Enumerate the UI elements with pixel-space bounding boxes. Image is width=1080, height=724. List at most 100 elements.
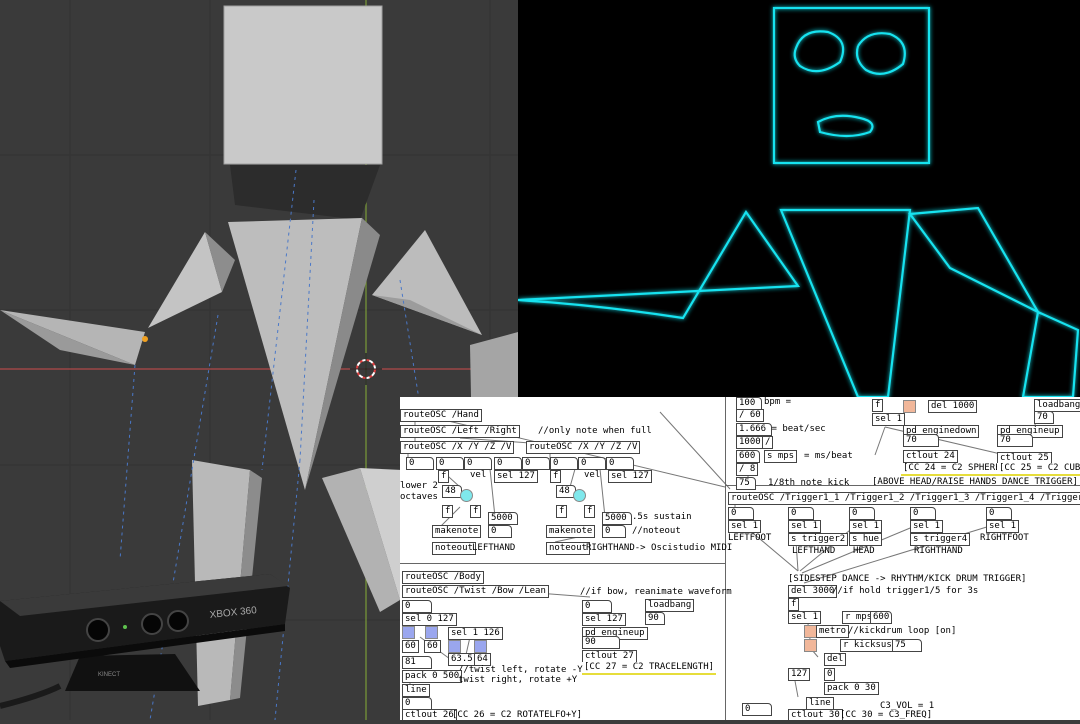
number-box[interactable]: 5000 (602, 512, 632, 525)
number-box[interactable]: 0 (464, 457, 492, 470)
del-object[interactable]: del (824, 653, 847, 666)
f-object[interactable]: f (470, 505, 482, 518)
makenote-right-object[interactable]: makenote (546, 525, 596, 538)
number-box[interactable]: 0 (578, 457, 606, 470)
number-box[interactable]: 0 (582, 600, 612, 613)
pack-object[interactable]: pack 0 30 (824, 682, 879, 695)
sel1-object[interactable]: sel 1 (910, 520, 944, 533)
number-box[interactable]: 0 (788, 507, 814, 520)
twist-left-toggle[interactable] (402, 626, 415, 639)
number-box[interactable]: 600 (870, 611, 892, 624)
route-trigger-object[interactable]: routeOSC /Trigger1_1 /Trigger1_2 /Trigge… (728, 492, 1080, 505)
route-xyzv-right-object[interactable]: routeOSC /X /Y /Z /V (526, 441, 641, 454)
kick-bang[interactable] (804, 639, 817, 652)
3d-cursor-icon[interactable] (350, 353, 382, 385)
number-box[interactable]: 81 (402, 656, 432, 669)
number-box[interactable]: 0 (522, 457, 550, 470)
head-cube[interactable] (223, 5, 383, 220)
n1000-message[interactable]: 1000 (736, 436, 764, 449)
f-object[interactable]: f (438, 470, 450, 483)
sel1-object[interactable]: sel 1 (872, 413, 906, 426)
number-box[interactable]: 0 (488, 525, 512, 538)
sel127-right-object[interactable]: sel 127 (608, 470, 652, 483)
f-object[interactable]: f (872, 399, 884, 412)
number-box[interactable]: 48 (442, 485, 462, 498)
number-box[interactable]: 0 (402, 600, 432, 613)
number-box[interactable]: 90 (645, 612, 665, 625)
route-left-right-object[interactable]: routeOSC /Left /Right (400, 425, 520, 438)
torso-mesh[interactable] (228, 218, 380, 490)
f-object[interactable]: f (556, 505, 568, 518)
sel1126-object[interactable]: sel 1 126 (448, 627, 503, 640)
bang-a[interactable] (448, 640, 461, 653)
s-trigger4-object[interactable]: s trigger4 (910, 533, 971, 546)
route-xyzv-left-object[interactable]: routeOSC /X /Y /Z /V (400, 441, 515, 454)
sel127-left-object[interactable]: sel 127 (494, 470, 538, 483)
beatsec-number-box[interactable]: 1.666 = beat/sec (736, 423, 826, 436)
right-eye-trace (855, 32, 906, 75)
msg-127[interactable]: 127 (788, 668, 811, 681)
bang-b[interactable] (474, 640, 487, 653)
metro-object[interactable]: metro (816, 625, 850, 638)
number-box[interactable]: 0 (910, 507, 936, 520)
kick-number-box[interactable]: 75 (736, 477, 756, 490)
pack-object[interactable]: pack 0 500 (402, 670, 463, 683)
twist-right-toggle[interactable] (425, 626, 438, 639)
number-box[interactable]: 90 (582, 636, 620, 649)
number-box[interactable]: 5000 (488, 512, 518, 525)
ctlout24-object[interactable]: ctlout 24 (903, 450, 958, 463)
sel1-object[interactable]: sel 1 (728, 520, 762, 533)
number-box[interactable]: 0 (849, 507, 875, 520)
sel1-object[interactable]: sel 1 (849, 520, 883, 533)
head-toggle[interactable] (903, 400, 916, 413)
f-object[interactable]: f (550, 470, 562, 483)
f-object[interactable]: f (584, 505, 596, 518)
route-twist-bow-lean-object[interactable]: routeOSC /Twist /Bow /Lean (402, 585, 549, 598)
bang-left[interactable] (460, 489, 473, 502)
sel1-object[interactable]: sel 1 (788, 520, 822, 533)
number-box[interactable]: 0 (602, 525, 626, 538)
puredata-patch[interactable]: routeOSC /Hand routeOSC /Left /Right //o… (400, 397, 1080, 720)
f-object[interactable]: f (442, 505, 454, 518)
number-box[interactable]: 0 (728, 507, 754, 520)
div8-object[interactable]: / 8 (736, 463, 759, 476)
number-box[interactable]: 70 (997, 434, 1033, 447)
sel0127-object[interactable]: sel 0 127 (402, 613, 457, 626)
sel1-object[interactable]: sel 1 (788, 611, 822, 624)
del1000-object[interactable]: del 1000 (928, 400, 978, 413)
route-hand-object[interactable]: routeOSC /Hand (400, 409, 482, 422)
s-trigger2-object[interactable]: s trigger2 (788, 533, 849, 546)
number-box[interactable]: 70 (1034, 411, 1054, 424)
number-box[interactable]: 0 (550, 457, 578, 470)
msg-0[interactable]: 0 (824, 668, 836, 681)
number-box[interactable]: 0 (494, 457, 522, 470)
number-box[interactable]: 75 (892, 639, 922, 652)
ctlout30-object[interactable]: ctlout 30 (788, 709, 843, 720)
number-box[interactable]: 0 (986, 507, 1012, 520)
route-body-object[interactable]: routeOSC /Body (402, 571, 484, 584)
number-box[interactable]: 0 (406, 457, 434, 470)
msg-60a[interactable]: 60 (402, 640, 419, 653)
sel1-object[interactable]: sel 1 (986, 520, 1020, 533)
number-box[interactable]: 0 (742, 703, 772, 716)
s-mps-object[interactable]: s mps (764, 450, 798, 463)
div60-object[interactable]: / 60 (736, 409, 764, 422)
mps-number-box[interactable]: 600 (736, 450, 760, 463)
sel127-object[interactable]: sel 127 (582, 613, 626, 626)
msg-60b[interactable]: 60 (424, 640, 441, 653)
number-box[interactable]: 0 (606, 457, 634, 470)
ctlout26-object[interactable]: ctlout 26 (402, 709, 457, 720)
noteout-left-object[interactable]: noteout (432, 542, 476, 555)
del3000-object[interactable]: del 3000 (788, 585, 838, 598)
noteout-right-object[interactable]: noteout (546, 542, 590, 555)
divide-object[interactable]: / (762, 436, 774, 449)
makenote-left-object[interactable]: makenote (432, 525, 482, 538)
s-hue-object[interactable]: s hue (849, 533, 883, 546)
number-box[interactable]: 0 (436, 457, 464, 470)
f-object[interactable]: f (788, 598, 800, 611)
line-object[interactable]: line (402, 684, 430, 697)
left-arm-mesh[interactable] (0, 232, 235, 365)
number-box[interactable]: 70 (903, 434, 939, 447)
bang-right[interactable] (573, 489, 586, 502)
loadbang-object[interactable]: loadbang (645, 599, 695, 612)
